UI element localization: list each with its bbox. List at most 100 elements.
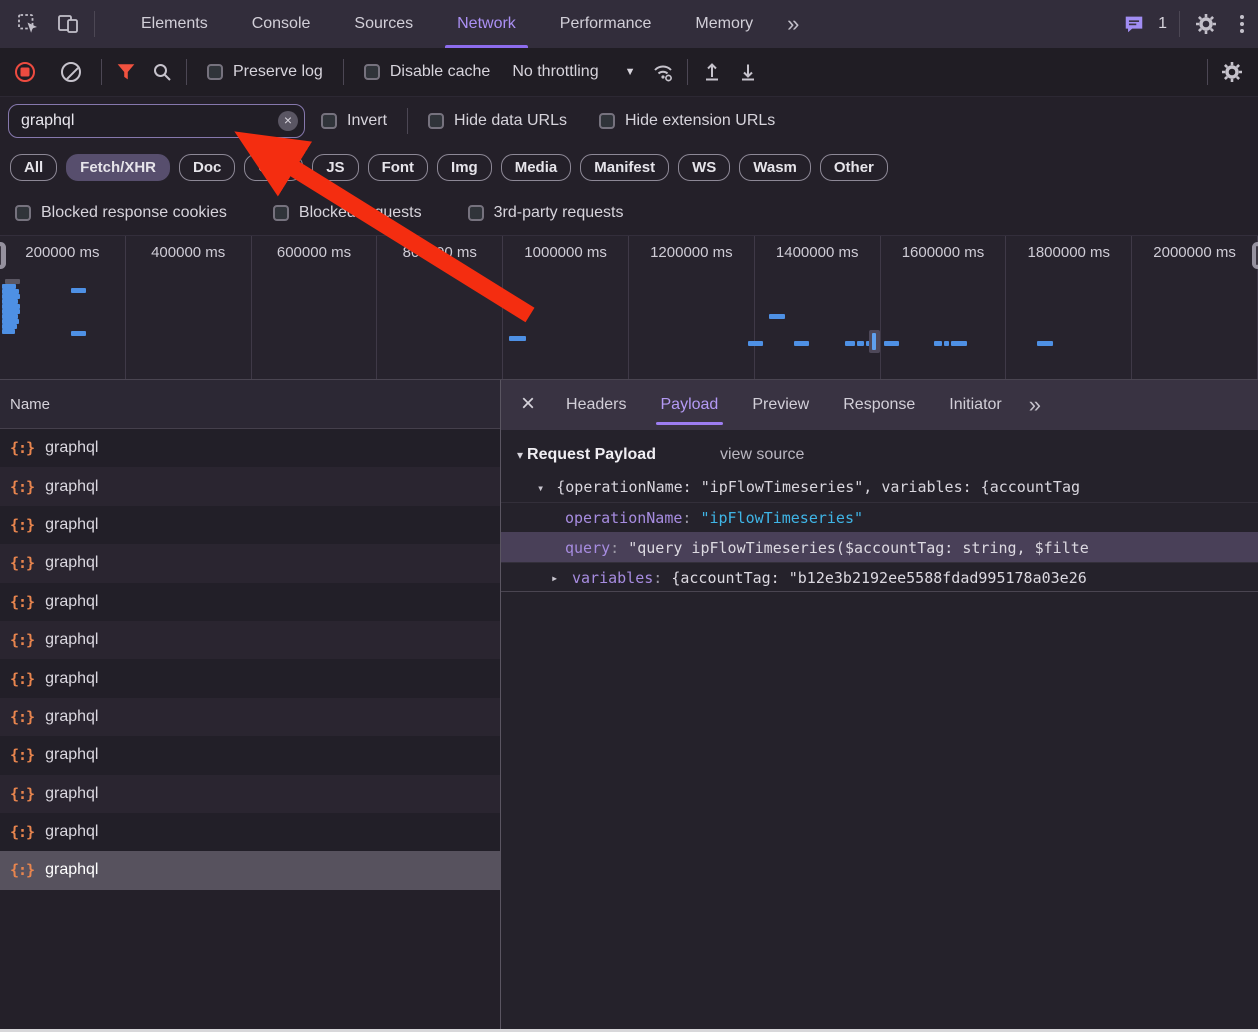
type-chip[interactable]: Media [500,154,572,181]
issues-message-icon[interactable] [1114,4,1154,44]
filter-checkbox[interactable]: 3rd-party requests [467,204,623,222]
type-chip[interactable]: Img [437,154,492,181]
payload-root-row[interactable]: ▾ {operationName: "ipFlowTimeseries", var… [501,472,1258,502]
type-chip[interactable]: Font [367,154,429,181]
request-name: graphql [45,669,99,687]
panel-tab[interactable]: Network [435,0,538,48]
view-source-link[interactable]: view source [720,446,804,464]
detail-tab[interactable]: Payload [644,380,736,430]
timeline-tick-label: 200000 ms [25,244,100,261]
type-chip[interactable]: CSS [244,154,304,181]
request-row[interactable]: {:} graphql [0,774,500,813]
divider [687,59,689,85]
network-settings-gear-icon[interactable] [1214,54,1250,90]
preserve-log-checkbox[interactable]: Preserve log [207,63,323,81]
request-row[interactable]: {:} graphql [0,429,500,468]
checkbox[interactable] [598,113,615,129]
panel-tab[interactable]: Elements [119,0,230,48]
type-chip[interactable]: Fetch/XHR [66,154,171,181]
network-overview-timeline[interactable]: 200000 ms 400000 ms 600000 ms 800000 ms … [0,235,1258,380]
timeline-tick-label: 1800000 ms [1027,244,1111,261]
checkbox[interactable] [428,113,445,129]
filter-text-input[interactable] [8,104,305,138]
record-network-log-icon[interactable] [15,62,35,82]
collapse-triangle-icon[interactable]: ▾ [537,481,544,495]
search-icon[interactable] [144,54,180,90]
extra-filters-bar: Blocked response cookies Blocked request… [0,190,1258,235]
checkbox[interactable] [363,64,380,80]
clear-filter-icon[interactable]: × [278,111,298,131]
detail-tab[interactable]: Response [826,380,932,430]
filter-checkbox[interactable]: Blocked response cookies [15,204,227,222]
collapse-triangle-icon[interactable]: ▾ [517,448,523,462]
detail-tab[interactable]: Headers [549,380,643,430]
hide-extension-urls-checkbox[interactable]: Hide extension URLs [598,112,775,130]
more-detail-tabs-icon[interactable]: » [1019,392,1051,418]
divider [407,108,409,134]
export-har-icon[interactable] [730,54,766,90]
hide-data-urls-checkbox[interactable]: Hide data URLs [428,112,567,130]
filter-checkbox[interactable]: Blocked requests [272,204,422,222]
panel-tab[interactable]: Performance [538,0,674,48]
request-row[interactable]: {:} graphql [0,620,500,660]
request-row[interactable]: {:} graphql [0,467,500,506]
type-chip[interactable]: Manifest [580,154,670,181]
more-tabs-icon[interactable]: » [775,11,809,37]
request-row[interactable]: {:} graphql [0,736,500,775]
filter-funnel-icon[interactable] [108,54,144,90]
timeline-request-bar [2,329,15,334]
settings-gear-icon[interactable] [1186,4,1226,44]
timeline-column: 1400000 ms [755,236,881,379]
request-row[interactable]: {:} graphql [0,851,500,890]
checkbox[interactable] [272,204,289,221]
timeline-column: 1600000 ms [881,236,1007,379]
network-conditions-icon[interactable] [645,54,681,90]
fetch-json-icon: {:} [10,861,35,880]
type-chip[interactable]: Doc [179,154,236,181]
timeline-column: 1200000 ms [629,236,755,379]
panel-tab[interactable]: Memory [673,0,775,48]
type-chip[interactable]: All [10,154,58,181]
checkbox[interactable] [321,113,337,129]
request-row[interactable]: {:} graphql [0,697,500,737]
type-chip[interactable]: WS [678,154,731,181]
panel-tab[interactable]: Sources [332,0,435,48]
import-har-icon[interactable] [694,54,730,90]
payload-root-preview: {operationName: "ipFlowTimeseries", vari… [556,478,1081,496]
request-row[interactable]: {:} graphql [0,812,500,852]
inspect-element-icon[interactable] [8,4,48,44]
name-column-header[interactable]: Name [0,380,500,429]
request-row[interactable]: {:} graphql [0,505,500,545]
checkbox[interactable] [207,64,223,80]
throttling-select[interactable]: No throttling ▼ [512,63,635,81]
payload-row-variables[interactable]: ▸ variables: {accountTag: "b12e3b2192ee5… [501,562,1258,592]
device-toolbar-icon[interactable] [48,4,88,44]
type-chip[interactable]: Other [819,154,888,181]
timeline-column: 1800000 ms [1006,236,1133,379]
payload-row-query[interactable]: query: "query ipFlowTimeseries($accountT… [501,532,1258,562]
request-name: graphql [45,861,99,879]
request-row[interactable]: {:} graphql [0,659,500,698]
request-payload-section[interactable]: ▾ Request Payload view source [501,430,1258,472]
detail-tab[interactable]: Initiator [932,380,1018,430]
timeline-right-grip[interactable] [1252,242,1258,269]
checkbox[interactable] [467,204,484,221]
timeline-selected-marker [869,330,880,353]
request-name: graphql [45,477,99,495]
clear-network-log-icon[interactable] [61,62,81,82]
request-row[interactable]: {:} graphql [0,544,500,583]
expand-triangle-icon[interactable]: ▸ [551,563,558,591]
panel-tab[interactable]: Console [230,0,333,48]
invert-filter-checkbox[interactable]: Invert [321,112,387,130]
detail-tab[interactable]: Preview [735,380,826,430]
timeline-left-grip[interactable] [0,242,6,269]
timeline-request-bar [934,341,942,346]
checkbox[interactable] [15,204,31,221]
close-icon[interactable]: × [501,390,549,420]
kebab-menu-icon[interactable] [1226,15,1258,33]
request-row[interactable]: {:} graphql [0,582,500,621]
type-chip[interactable]: Wasm [739,154,811,181]
payload-row-operationName[interactable]: operationName: "ipFlowTimeseries" [501,502,1258,532]
disable-cache-checkbox[interactable]: Disable cache [363,63,490,81]
type-chip[interactable]: JS [312,154,359,181]
